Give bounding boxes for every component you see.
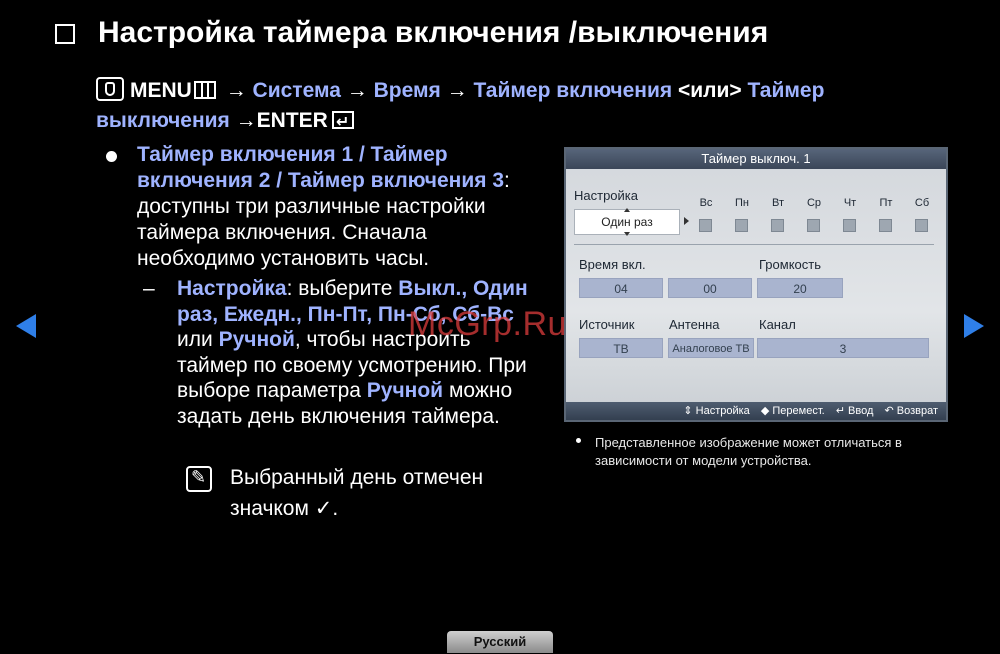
channel-field[interactable]: 3 [757, 338, 929, 358]
setup-select[interactable]: Один раз [574, 208, 680, 236]
channel-label: Канал [759, 317, 796, 332]
note-text: Выбранный день отмечен значком ✓. [230, 462, 530, 524]
day-label: Чт [843, 197, 857, 209]
enter-icon [331, 108, 354, 138]
day-checkbox[interactable] [843, 219, 856, 232]
bullet-icon [106, 151, 117, 162]
source-field[interactable]: ТВ [579, 338, 663, 358]
note-icon [186, 466, 212, 492]
setup-or: или [177, 328, 219, 351]
arrow-1: → [225, 79, 247, 102]
path-enter: →ENTER [235, 109, 328, 132]
caption-bullet-icon [576, 438, 581, 443]
menu-path: MENU → Система → Время → Таймер включени… [96, 76, 916, 138]
path-ili: <или> [677, 79, 742, 102]
path-timer-on: Таймер включения [473, 79, 673, 102]
timers-heading: Таймер включения 1 / Таймер включения 2 … [137, 143, 505, 192]
previous-page-icon[interactable] [16, 314, 36, 338]
panel-divider [574, 244, 934, 245]
footer-move: ◆ Перемест. [760, 405, 825, 417]
day-checkbox[interactable] [807, 219, 820, 232]
day-label: Пт [879, 197, 893, 209]
up-arrow-icon [624, 208, 630, 212]
path-vremya: Время [373, 79, 441, 102]
timer-screenshot-panel: Таймер выключ. 1 Настройка Один раз Вс П… [564, 147, 948, 422]
source-label: Источник [579, 317, 635, 332]
setup-value: Один раз [601, 215, 653, 229]
paragraph-timers: Таймер включения 1 / Таймер включения 2 … [137, 142, 537, 272]
footer-setup: ⇕ Настройка [683, 405, 750, 417]
page-title: Настройка таймера включения /выключения [98, 16, 769, 49]
language-tab[interactable]: Русский [447, 631, 553, 653]
note-line-1: Выбранный день отмечен [230, 466, 484, 489]
note-line-2: значком ✓. [230, 497, 339, 520]
next-page-icon[interactable] [964, 314, 984, 338]
day-checkbox[interactable] [915, 219, 928, 232]
panel-footer: ⇕ Настройка ◆ Перемест. ↵ Ввод ↶ Возврат [566, 402, 946, 420]
day-checkbox[interactable] [879, 219, 892, 232]
day-label: Вт [771, 197, 784, 209]
watermark: McGrp.Ru [408, 305, 567, 343]
paragraph-setup: Настройка: выберите Выкл., Один раз, Еже… [177, 276, 537, 429]
time-label: Время вкл. [579, 257, 646, 272]
day-checkbox[interactable] [699, 219, 712, 232]
right-arrow-icon [684, 217, 689, 225]
day-label: Вс [699, 197, 713, 209]
remote-hand-icon [96, 77, 124, 101]
path-timer-off-1: Таймер [747, 79, 825, 102]
panel-header: Таймер выключ. 1 [566, 149, 946, 169]
arrow-3: → [446, 79, 468, 102]
minute-field[interactable]: 00 [668, 278, 752, 298]
path-sistema: Система [252, 79, 341, 102]
volume-label: Громкость [759, 257, 821, 272]
image-caption: Представленное изображение может отличат… [595, 435, 902, 468]
dash-marker: – [143, 277, 155, 300]
hour-field[interactable]: 04 [579, 278, 663, 298]
footer-back: ↶ Возврат [884, 405, 938, 417]
day-label: Пн [735, 197, 749, 209]
day-checkbox[interactable] [735, 219, 748, 232]
footer-enter: ↵ Ввод [835, 405, 874, 417]
day-label: Сб [914, 197, 930, 209]
setup-label: Настройка [574, 188, 638, 203]
setup-choose: : выберите [286, 277, 399, 300]
setup-manual-2: Ручной [366, 379, 444, 402]
menu-glyph-icon [193, 81, 216, 99]
day-checkbox[interactable] [771, 219, 784, 232]
antenna-field[interactable]: Аналоговое ТВ [668, 338, 754, 358]
arrow-2: → [346, 79, 368, 102]
path-timer-off-2: выключения [96, 109, 230, 132]
title-checkbox-icon [55, 24, 75, 44]
day-label: Ср [806, 197, 822, 209]
menu-label: MENU [130, 79, 192, 102]
setup-term: Настройка [177, 277, 287, 300]
setup-manual: Ручной [218, 328, 295, 351]
antenna-label: Антенна [669, 317, 720, 332]
volume-field[interactable]: 20 [757, 278, 843, 298]
down-arrow-icon [624, 232, 630, 236]
